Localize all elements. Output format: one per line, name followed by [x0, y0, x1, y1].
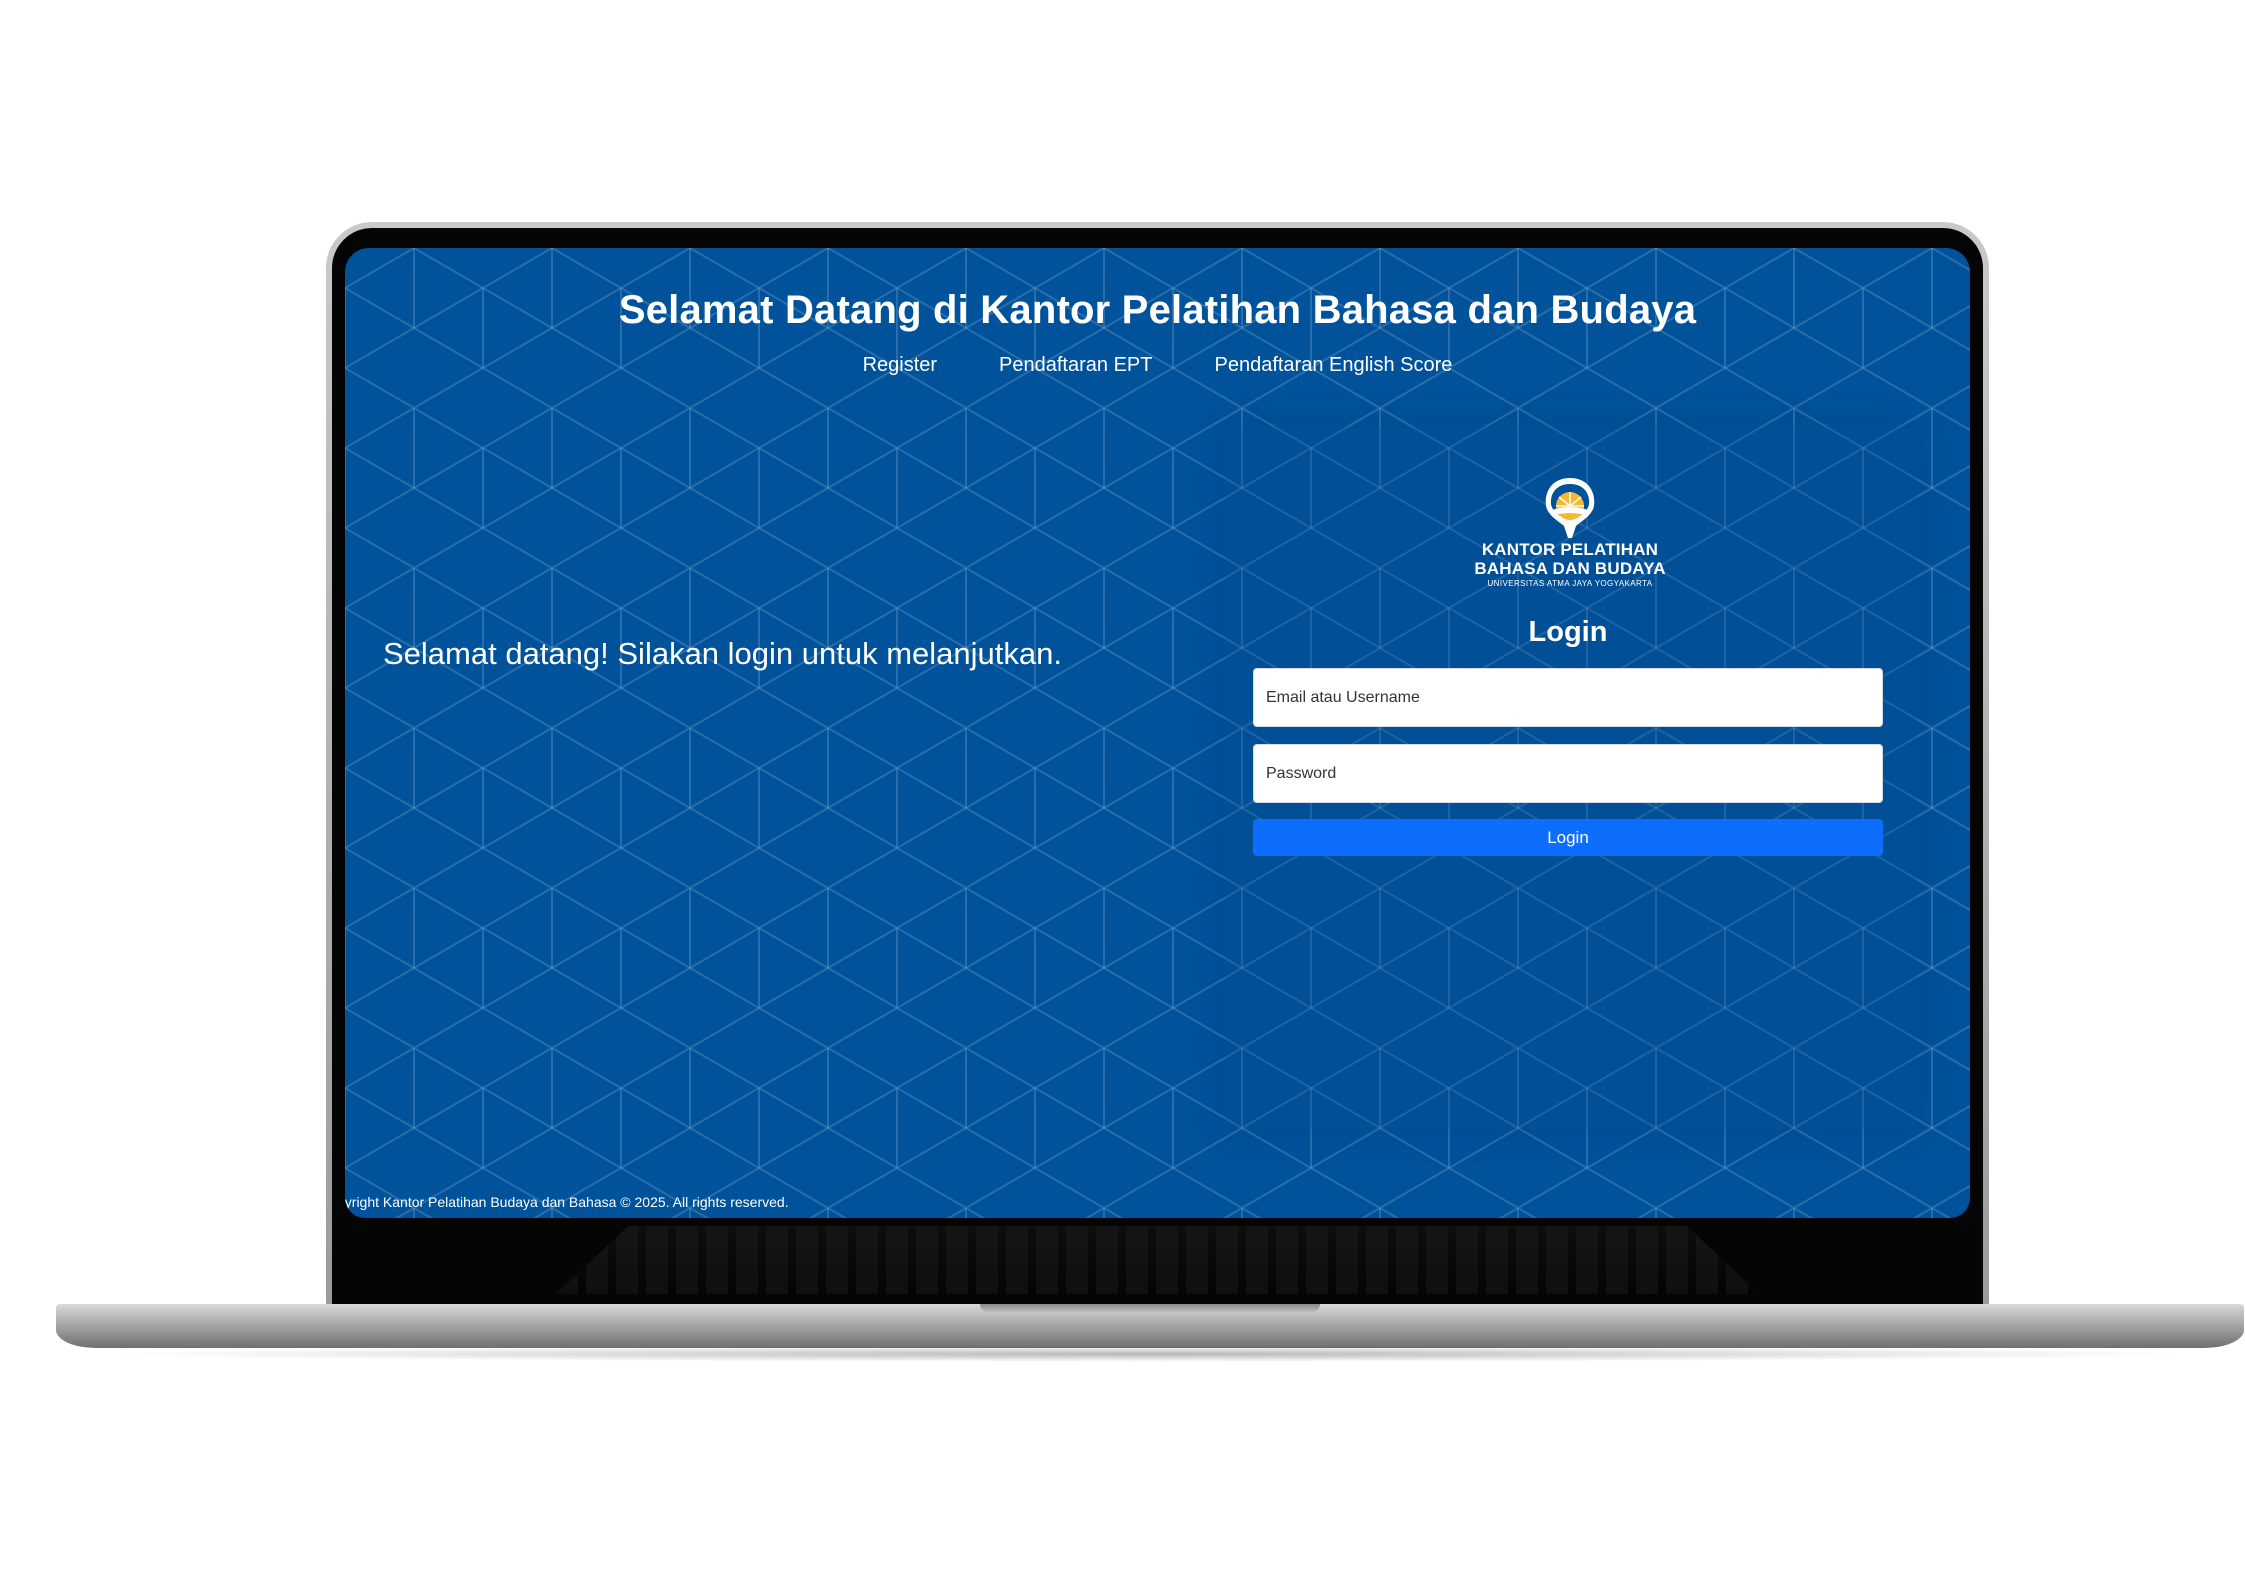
laptop-base-notch	[980, 1304, 1320, 1312]
university-emblem-icon	[1545, 478, 1595, 538]
welcome-message: Selamat datang! Silakan login untuk mela…	[383, 636, 1062, 671]
footer-copyright: pyright Kantor Pelatihan Budaya dan Baha…	[345, 1194, 789, 1210]
email-username-input[interactable]	[1253, 668, 1883, 727]
page-title: Selamat Datang di Kantor Pelatihan Bahas…	[618, 288, 1697, 332]
institution-logo: KANTOR PELATIHAN BAHASA DAN BUDAYA UNIVE…	[1445, 476, 1695, 589]
logo-text-line1: KANTOR PELATIHAN	[1481, 540, 1659, 559]
login-button[interactable]: Login	[1253, 819, 1883, 856]
top-nav: Register Pendaftaran EPT Pendaftaran Eng…	[345, 354, 1970, 377]
login-title: Login	[1528, 616, 1608, 648]
password-input[interactable]	[1253, 744, 1883, 803]
mockup-stage: Selamat Datang di Kantor Pelatihan Bahas…	[0, 0, 2245, 1587]
laptop-shadow	[90, 1346, 2210, 1362]
nav-register-link[interactable]: Register	[863, 354, 937, 377]
nav-pendaftaran-english-score-link[interactable]: Pendaftaran English Score	[1214, 354, 1452, 377]
logo-subtitle: UNIVERSITAS ATMA JAYA YOGYAKARTA	[1487, 579, 1653, 588]
logo-text-line2: BAHASA DAN BUDAYA	[1474, 559, 1666, 578]
keyboard-reflection	[556, 1226, 1759, 1294]
nav-pendaftaran-ept-link[interactable]: Pendaftaran EPT	[999, 354, 1152, 377]
laptop-screen: Selamat Datang di Kantor Pelatihan Bahas…	[345, 248, 1970, 1218]
